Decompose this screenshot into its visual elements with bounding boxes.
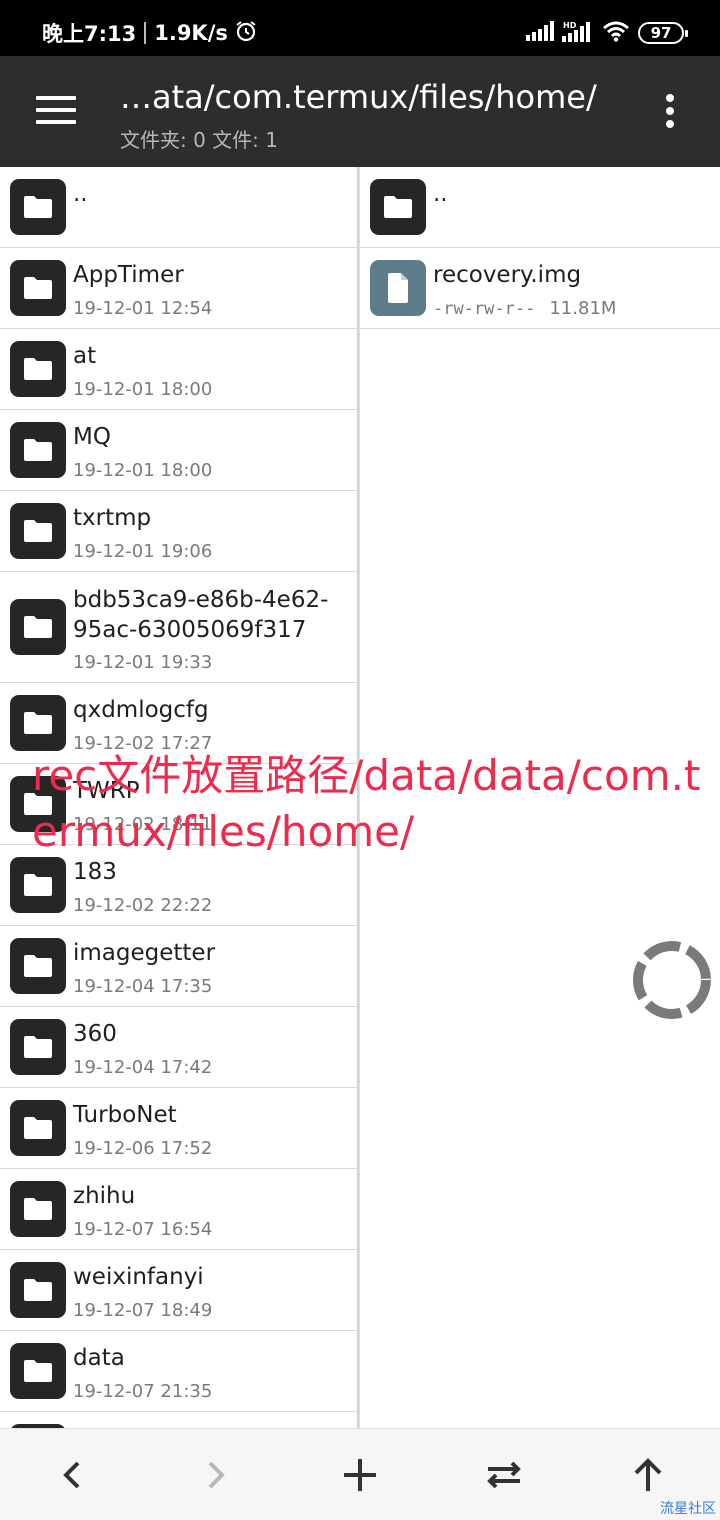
item-date: 19-12-01 19:33	[73, 652, 213, 673]
folder-icon	[10, 260, 66, 316]
item-name: 183	[73, 859, 117, 885]
loading-spinner-icon	[628, 936, 716, 1024]
list-item-partial[interactable]	[0, 1412, 357, 1428]
item-name: bdb53ca9-e86b-4e62-95ac-63005069f317	[73, 587, 329, 643]
status-bar: 晚上7:13 1.9K/s HD 97	[0, 0, 720, 56]
swap-icon[interactable]	[482, 1453, 526, 1497]
item-date: 19-12-01 18:00	[73, 460, 213, 481]
wifi-icon	[602, 20, 630, 46]
item-meta: -rw-rw-r-- 11.81M	[433, 298, 616, 319]
item-name: weixinfanyi	[73, 1264, 204, 1290]
item-name: txrtmp	[73, 505, 152, 531]
item-name: 360	[73, 1021, 117, 1047]
list-item[interactable]: bdb53ca9-e86b-4e62-95ac-63005069f317 19-…	[0, 572, 357, 683]
signal-icon	[526, 21, 556, 45]
folder-icon	[10, 695, 66, 751]
item-name: imagegetter	[73, 940, 216, 966]
path-title: …ata/com.termux/files/home/	[120, 78, 597, 116]
folder-icon	[10, 1343, 66, 1399]
list-item[interactable]: recovery.img -rw-rw-r-- 11.81M	[360, 248, 720, 329]
item-date: 19-12-01 19:06	[73, 541, 213, 562]
list-item[interactable]: imagegetter 19-12-04 17:35	[0, 926, 357, 1007]
list-item[interactable]: zhihu 19-12-07 16:54	[0, 1169, 357, 1250]
folder-icon	[10, 1019, 66, 1075]
file-icon	[370, 260, 426, 316]
item-date: 19-12-04 17:42	[73, 1057, 213, 1078]
folder-icon	[10, 422, 66, 478]
list-item[interactable]: TurboNet 19-12-06 17:52	[0, 1088, 357, 1169]
watermark: 流星社区	[660, 1501, 716, 1517]
item-size: 11.81M	[549, 298, 617, 319]
item-name: zhihu	[73, 1183, 136, 1209]
app-toolbar: …ata/com.termux/files/home/ 文件夹: 0 文件: 1	[0, 56, 720, 167]
folder-file-counts: 文件夹: 0 文件: 1	[120, 128, 278, 152]
folder-icon	[10, 503, 66, 559]
list-item-parent[interactable]: ..	[360, 167, 720, 248]
list-item[interactable]: MQ 19-12-01 18:00	[0, 410, 357, 491]
status-time: 晚上7:13	[42, 22, 137, 46]
up-icon[interactable]	[626, 1453, 670, 1497]
item-name: at	[73, 343, 97, 369]
item-name: qxdmlogcfg	[73, 697, 209, 723]
menu-icon[interactable]	[36, 96, 76, 124]
item-name: ..	[73, 181, 88, 207]
item-date: 19-12-04 17:35	[73, 976, 213, 997]
list-item[interactable]: AppTimer 19-12-01 12:54	[0, 248, 357, 329]
item-name: MQ	[73, 424, 111, 450]
battery-icon: 97	[638, 22, 688, 44]
status-net-speed: 1.9K/s	[154, 21, 228, 45]
svg-text:HD: HD	[563, 21, 577, 30]
status-separator	[144, 22, 147, 44]
item-date: 19-12-01 18:00	[73, 379, 213, 400]
item-permissions: -rw-rw-r--	[433, 299, 536, 319]
folder-icon	[10, 1100, 66, 1156]
list-item-parent[interactable]: ..	[0, 167, 357, 248]
signal-hd-icon: HD	[562, 20, 592, 46]
item-date: 19-12-06 17:52	[73, 1138, 213, 1159]
forward-icon[interactable]	[194, 1453, 238, 1497]
back-icon[interactable]	[50, 1453, 94, 1497]
item-name: AppTimer	[73, 262, 184, 288]
item-date: 19-12-02 22:22	[73, 895, 213, 916]
folder-icon	[10, 938, 66, 994]
list-item[interactable]: txrtmp 19-12-01 19:06	[0, 491, 357, 572]
overlay-annotation: rec文件放置路径/data/data/com.termux/files/hom…	[32, 751, 701, 856]
folder-icon	[10, 341, 66, 397]
item-name: TurboNet	[73, 1102, 177, 1128]
bottom-toolbar: 流星社区	[0, 1428, 720, 1520]
item-date: 19-12-01 12:54	[73, 298, 213, 319]
folder-icon	[370, 179, 426, 235]
list-item[interactable]: data 19-12-07 21:35	[0, 1331, 357, 1412]
folder-icon	[10, 599, 66, 655]
folder-icon	[10, 1262, 66, 1318]
alarm-icon	[234, 19, 258, 48]
more-options-icon[interactable]	[666, 94, 676, 130]
item-date: 19-12-07 18:49	[73, 1300, 213, 1321]
item-date: 19-12-07 16:54	[73, 1219, 213, 1240]
item-name: data	[73, 1345, 125, 1371]
list-item[interactable]: at 19-12-01 18:00	[0, 329, 357, 410]
list-item[interactable]: 360 19-12-04 17:42	[0, 1007, 357, 1088]
folder-icon	[10, 857, 66, 913]
item-name: ..	[433, 181, 448, 207]
list-item[interactable]: weixinfanyi 19-12-07 18:49	[0, 1250, 357, 1331]
item-date: 19-12-07 21:35	[73, 1381, 213, 1402]
add-icon[interactable]	[338, 1453, 382, 1497]
folder-icon	[10, 179, 66, 235]
item-name: recovery.img	[433, 262, 582, 288]
folder-icon	[10, 1181, 66, 1237]
